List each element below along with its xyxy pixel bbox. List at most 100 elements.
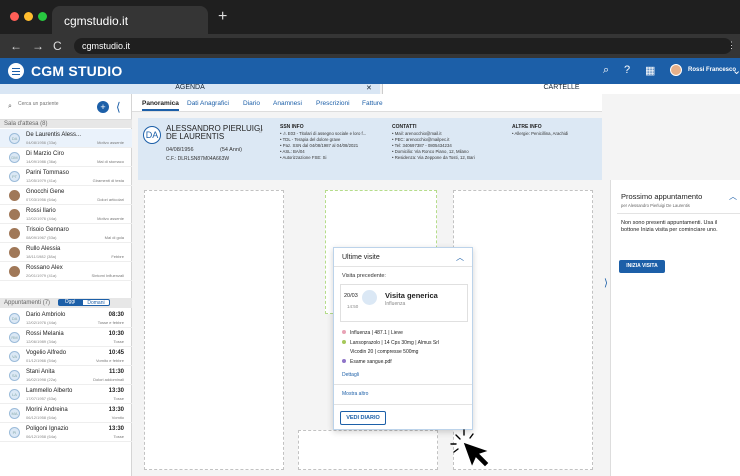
close-window-button[interactable] (10, 12, 19, 21)
patient-name: Lammello Alberto (26, 388, 73, 394)
reload-icon[interactable]: C (53, 39, 62, 53)
patient-fiscal-code: C.F.: DLRLSN87M04A663W (166, 156, 230, 162)
app-header: CGM STUDIO ⌕ ? ▦ Rossi Francesco ⌄ (0, 58, 740, 84)
tab-panoramica[interactable]: Panoramica (142, 100, 179, 111)
appointment-time: 13:30 (108, 388, 124, 394)
search-icon[interactable]: ⌕ (603, 64, 609, 77)
browser-menu-icon[interactable]: ⋮ (727, 40, 736, 51)
waiting-patient-row[interactable]: Trisoio Gennaro 08/09/1967 (53a) Mal di go… (0, 224, 132, 243)
expand-right-icon[interactable]: ⟩ (604, 278, 608, 289)
waiting-patient-row[interactable]: Gnocchi Gene 07/03/1956 (64a) Dolori artic… (0, 186, 132, 205)
visit-entry: Influenza | 487.1 | Lieve (342, 330, 403, 336)
appointment-time: 13:30 (108, 426, 124, 432)
collapse-sidebar-icon[interactable]: ⟨ (116, 100, 121, 114)
help-icon[interactable]: ? (624, 64, 630, 76)
visit-item[interactable]: 20/03 14:50 Visita generica Influenza (340, 284, 468, 322)
patient-avatar: MA (9, 408, 20, 419)
appointment-row[interactable]: RM Rossi Melania 12/06/1989 (34a) Tosse 10:3… (0, 328, 132, 347)
cartelle-strip[interactable]: CARTELLE (382, 84, 740, 94)
visit-reason: Mal di gola (104, 235, 124, 240)
entry-dot-icon (342, 339, 346, 344)
waiting-patient-row[interactable]: DM Di Marzio Ciro 14/09/1986 (36a) Mal di s… (0, 148, 132, 167)
entry-dot-icon (342, 330, 346, 334)
browser-tab-bar: cgmstudio.it + (0, 0, 740, 34)
user-avatar[interactable] (670, 64, 682, 76)
tomorrow-toggle[interactable]: Domani (82, 299, 110, 306)
app-brand: CGM STUDIO (31, 63, 123, 79)
appointment-time: 08:30 (108, 312, 124, 318)
add-patient-button[interactable]: + (97, 101, 109, 113)
appointment-row[interactable]: DA Dario Ambriolo 12/02/1976 (44a) Tosse e … (0, 309, 132, 328)
widget-slot (298, 430, 438, 470)
appointment-row[interactable]: MA Morini Andreina 06/12/1958 (64a) Vomito 1… (0, 404, 132, 423)
maximize-window-button[interactable] (38, 12, 47, 21)
forward-icon[interactable]: → (32, 39, 44, 53)
appointment-row[interactable]: VA Vogelio Alfredo 01/12/1966 (54a) Vomito … (0, 347, 132, 366)
user-name[interactable]: Rossi Francesco (688, 67, 736, 73)
tab-dati-anagrafici[interactable]: Dati Anagrafici (187, 100, 229, 107)
show-more-link[interactable]: Mostra altro (342, 391, 368, 397)
next-appointment-subtitle: per Alessandro Pierluigi De Laurentis (621, 203, 690, 208)
waiting-patient-row[interactable]: Rullo Alessia 18/11/1982 (38a) Febbre (0, 243, 132, 262)
contact-line: • Residenza: Via Zeppone da Tosti, 12, B… (392, 155, 475, 160)
patient-avatar: PT (9, 171, 20, 182)
patient-avatar (9, 266, 20, 277)
tab-diario[interactable]: Diario (243, 100, 260, 107)
other-info-title: ALTRE INFO (512, 124, 542, 130)
agenda-label: AGENDA (175, 84, 205, 91)
visit-title: Visita generica (385, 291, 438, 300)
patient-avatar: LA (9, 389, 20, 400)
details-link[interactable]: Dettagli (342, 372, 359, 378)
collapse-icon[interactable]: ︿ (729, 191, 737, 202)
gender-icon: ♂ (258, 127, 264, 136)
appointment-time: 11:30 (108, 369, 124, 375)
chevron-down-icon[interactable]: ⌄ (732, 64, 740, 77)
appointment-row[interactable]: LA Lammello Alberto 17/07/1957 (63a) Tosse 1… (0, 385, 132, 404)
visit-date: 20/03 (344, 293, 358, 299)
close-icon[interactable]: ✕ (366, 84, 372, 92)
tab-prescrizioni[interactable]: Prescrizioni (316, 100, 350, 107)
appointment-row[interactable]: PI Poligoni Ignazio 06/12/1958 (64a) Tosse 1… (0, 423, 132, 442)
patient-dob: 16/02/1998 (22a) (26, 377, 57, 382)
visit-reason: Giramenti di testa (92, 178, 124, 183)
visit-reason: Tosse e febbre (97, 320, 124, 325)
visit-reason: Febbre (111, 254, 124, 259)
waiting-patient-row[interactable]: DA De Laurentis Aless... 04/08/1956 (33a) M… (0, 129, 132, 148)
menu-icon[interactable] (8, 63, 24, 79)
browser-tab[interactable]: cgmstudio.it (52, 6, 208, 34)
patient-avatar: RM (9, 332, 20, 343)
patient-avatar (9, 190, 20, 201)
waiting-patient-row[interactable]: PT Parini Tommaso 12/05/1979 (41a) Girament… (0, 167, 132, 186)
today-toggle[interactable]: Oggi (58, 299, 82, 306)
patient-avatar: DM (9, 152, 20, 163)
patient-name: Gnocchi Gene (26, 189, 65, 195)
agenda-strip[interactable]: AGENDA (0, 84, 380, 94)
apps-grid-icon[interactable]: ▦ (645, 64, 655, 77)
entry-text: Esame sangue.pdf (350, 358, 392, 365)
collapse-icon[interactable]: ︿ (456, 252, 464, 263)
browser-window: cgmstudio.it + ← → C cgmstudio.it ⋮ CGM … (0, 0, 740, 476)
patient-name: Rossi Melania (26, 331, 64, 337)
new-tab-icon[interactable]: + (218, 8, 227, 26)
cursor-icon (450, 429, 491, 469)
patient-dob: 12/02/1976 (44a) (26, 216, 57, 221)
visit-reason: Tosse (113, 339, 124, 344)
url-text: cgmstudio.it (82, 41, 131, 51)
tab-anamnesi[interactable]: Anamnesi (273, 100, 302, 107)
patient-name: Poligoni Ignazio (26, 426, 69, 432)
tab-fatture[interactable]: Fatture (362, 100, 383, 107)
start-visit-button[interactable]: INIZIA VISITA (619, 260, 665, 273)
appointment-row[interactable]: SA Stani Anita 16/02/1998 (22a) Dolori addo… (0, 366, 132, 385)
visit-reason: Tosse (113, 396, 124, 401)
patient-name: Dario Ambriolo (26, 312, 66, 318)
waiting-patient-row[interactable]: Rossano Alex 20/01/1979 (41a) Sintomi Infl… (0, 262, 132, 281)
divider (617, 213, 740, 214)
back-icon[interactable]: ← (10, 39, 22, 53)
minimize-window-button[interactable] (24, 12, 33, 21)
waiting-patient-row[interactable]: Rossi Ilario 12/02/1976 (44a) Motivo assen… (0, 205, 132, 224)
url-field[interactable]: cgmstudio.it (74, 38, 732, 54)
view-diary-button[interactable]: VEDI DIARIO (340, 411, 386, 425)
patient-dob: 04/08/1956 (33a) (26, 140, 57, 145)
patient-search-input[interactable] (18, 101, 88, 107)
patient-avatar (9, 209, 20, 220)
